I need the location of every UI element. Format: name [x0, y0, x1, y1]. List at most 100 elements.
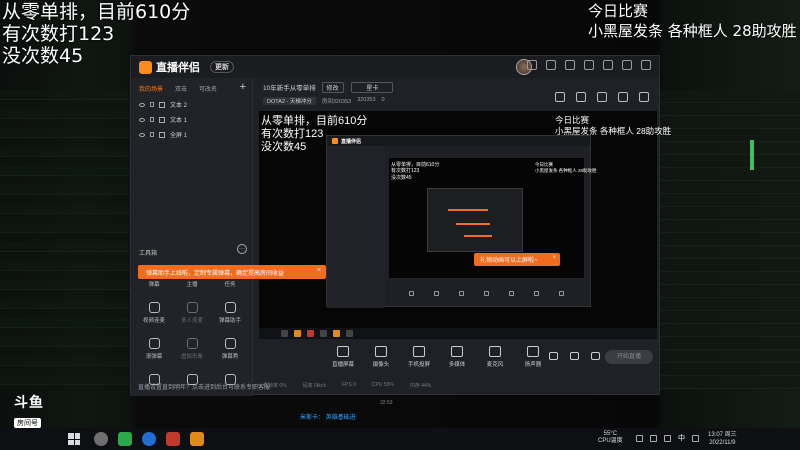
nested-tool-icon: [434, 290, 439, 296]
nested-app-name: 直播伴侣: [341, 138, 362, 145]
scene-item[interactable]: 文本 1: [131, 112, 252, 127]
video-link-icon: [148, 302, 160, 313]
footer-notice[interactable]: 直播设置直到明年？点击进到后台可联系专职客服: [138, 382, 270, 391]
monitor-icon: [337, 346, 349, 357]
like-count: 0: [381, 97, 385, 103]
nested-sidebar: [327, 146, 385, 308]
speaker-button[interactable]: 扬声器: [521, 346, 545, 368]
nested-tool-icon: [459, 290, 464, 296]
screen-source-icon: [159, 131, 165, 138]
taskbar-app-icon: [320, 330, 327, 337]
toolbox-more-button[interactable]: ···: [237, 244, 247, 254]
search-icon[interactable]: [94, 432, 108, 446]
game-right-strip: [660, 90, 800, 390]
streaming-app-window: 直播伴侣 更新 我的场景 双击 可改名 + 文本 2 文本 1 全屏 1 工具箱…: [130, 55, 671, 396]
add-scene-button[interactable]: +: [240, 81, 246, 93]
tool-video-link[interactable]: 视频连麦: [135, 302, 173, 330]
system-clock[interactable]: 13:07 周三 2022/11/9: [708, 431, 737, 447]
eye-icon[interactable]: [139, 132, 145, 137]
eye-icon[interactable]: [139, 117, 145, 122]
record-video-icon[interactable]: [549, 352, 558, 360]
stream-topic: 10年新手从零单排 修改 星卡: [263, 82, 394, 93]
media-button[interactable]: 多媒体: [445, 346, 469, 368]
menu-icon[interactable]: [584, 60, 594, 70]
game-health-bar: [750, 140, 754, 170]
nested-overlay-left: 从零单排，目前610分 有次数打123 没次数45: [391, 162, 440, 181]
gift-popup-close[interactable]: ×: [552, 255, 556, 261]
recursive-stripe: [464, 235, 492, 237]
app-logo: 直播伴侣 更新: [139, 59, 234, 75]
speaker-icon: [527, 346, 539, 357]
ime-indicator[interactable]: 中: [678, 435, 685, 442]
layout-icon[interactable]: [555, 92, 565, 102]
taskbar-app-icon: [333, 330, 340, 337]
maximize-icon[interactable]: [622, 60, 632, 70]
settings-icon[interactable]: [565, 60, 575, 70]
camera-button[interactable]: 摄像头: [369, 346, 393, 368]
lock-icon[interactable]: [150, 117, 154, 122]
text-source-icon: [159, 116, 165, 123]
message-icon[interactable]: [527, 60, 537, 70]
topic-select[interactable]: 星卡: [351, 82, 394, 93]
browser-app-icon[interactable]: [118, 432, 132, 446]
preview-overlay-right: 今日比赛 小黑屋发条 各种框人 28助攻胜: [555, 115, 671, 137]
close-icon[interactable]: [641, 60, 651, 70]
network-icon[interactable]: [650, 435, 657, 442]
tab-double-click[interactable]: 双击: [175, 84, 187, 93]
record-icon[interactable]: [597, 92, 607, 102]
game-chat-line: 米斯卡： 英雄基础进: [300, 415, 356, 421]
update-badge[interactable]: 更新: [210, 61, 234, 73]
download-icon: [186, 338, 198, 349]
overlay-line: 小黑屋发条 各种框人 28助攻胜: [588, 21, 797, 40]
eye-icon[interactable]: [139, 102, 145, 107]
tool-danmu-helper[interactable]: 弹幕助手: [211, 302, 249, 330]
danmu-helper-icon: [224, 302, 236, 313]
share-icon[interactable]: [639, 92, 649, 102]
tool-avatar[interactable]: 虚拟形象: [173, 338, 211, 366]
tool-scroll-danmu[interactable]: 滚弹幕: [135, 338, 173, 366]
category-tag[interactable]: DOTA2 - 天梯冲分: [263, 97, 316, 105]
system-tray: 中: [636, 435, 699, 442]
recursive-preview-box: [427, 188, 523, 252]
microphone-button[interactable]: 麦克风: [483, 346, 507, 368]
scene-tabs: 我的场景 双击 可改名: [131, 78, 252, 97]
windows-start-icon[interactable]: [68, 433, 80, 445]
tab-rename[interactable]: 可改名: [199, 84, 217, 93]
start-live-button[interactable]: 开始直播: [605, 350, 653, 364]
lock-icon[interactable]: [150, 132, 154, 137]
lock-icon[interactable]: [150, 102, 154, 107]
screen-capture-button[interactable]: 直播屏幕: [331, 346, 355, 368]
scene-item[interactable]: 文本 2: [131, 97, 252, 112]
promo-banner[interactable]: 弹幕助手上线啦，定制专属弹幕，确定提高房间收益 ×: [138, 265, 326, 279]
chevron-up-icon[interactable]: [636, 435, 643, 442]
titlebar-controls: [527, 60, 651, 70]
phone-cast-button[interactable]: 手机投屏: [407, 346, 431, 368]
tool-danmu-show[interactable]: 弹幕秀: [211, 338, 249, 366]
bell-icon[interactable]: [618, 92, 628, 102]
tab-my-scenes[interactable]: 我的场景: [139, 84, 163, 93]
text-source-icon: [159, 101, 165, 108]
lock-icon[interactable]: [576, 92, 586, 102]
streaming-app-icon[interactable]: [190, 432, 204, 446]
edit-topic-button[interactable]: 修改: [321, 82, 344, 93]
volume-icon[interactable]: [664, 435, 671, 442]
promo-banner-close[interactable]: ×: [317, 267, 321, 274]
nested-logo-icon: [332, 138, 338, 144]
tool-multi-link[interactable]: 多人连麦: [173, 302, 211, 330]
keyboard-icon[interactable]: [692, 435, 699, 442]
gift-icon[interactable]: [546, 60, 556, 70]
edge-app-icon[interactable]: [142, 432, 156, 446]
overlay-line: 从零单排，目前610分: [2, 1, 191, 23]
dota-app-icon[interactable]: [166, 432, 180, 446]
gift-popup[interactable]: 礼物动画可以上屏啦~ ×: [474, 253, 560, 266]
nested-overlay-right: 今日比赛 小黑屋发条 各种框人 28助攻胜: [535, 162, 597, 173]
view-icon[interactable]: [570, 352, 579, 360]
overlay-line: 有次数打123: [2, 22, 115, 45]
topic-title: 10年新手从零单排: [263, 85, 316, 92]
minimize-icon[interactable]: [603, 60, 613, 70]
stream-preview[interactable]: 从零单排，目前610分 有次数打123 没次数45 今日比赛 小黑屋发条 各种框…: [259, 111, 671, 339]
overlay-line: 今日比赛: [555, 115, 590, 125]
scene-item[interactable]: 全屏 1: [131, 127, 252, 142]
gear-icon[interactable]: [591, 352, 600, 360]
status-bar: 丢帧率 0% 码率 0kb/s FPS 0 CPU 55% 内存 44%: [263, 382, 432, 389]
